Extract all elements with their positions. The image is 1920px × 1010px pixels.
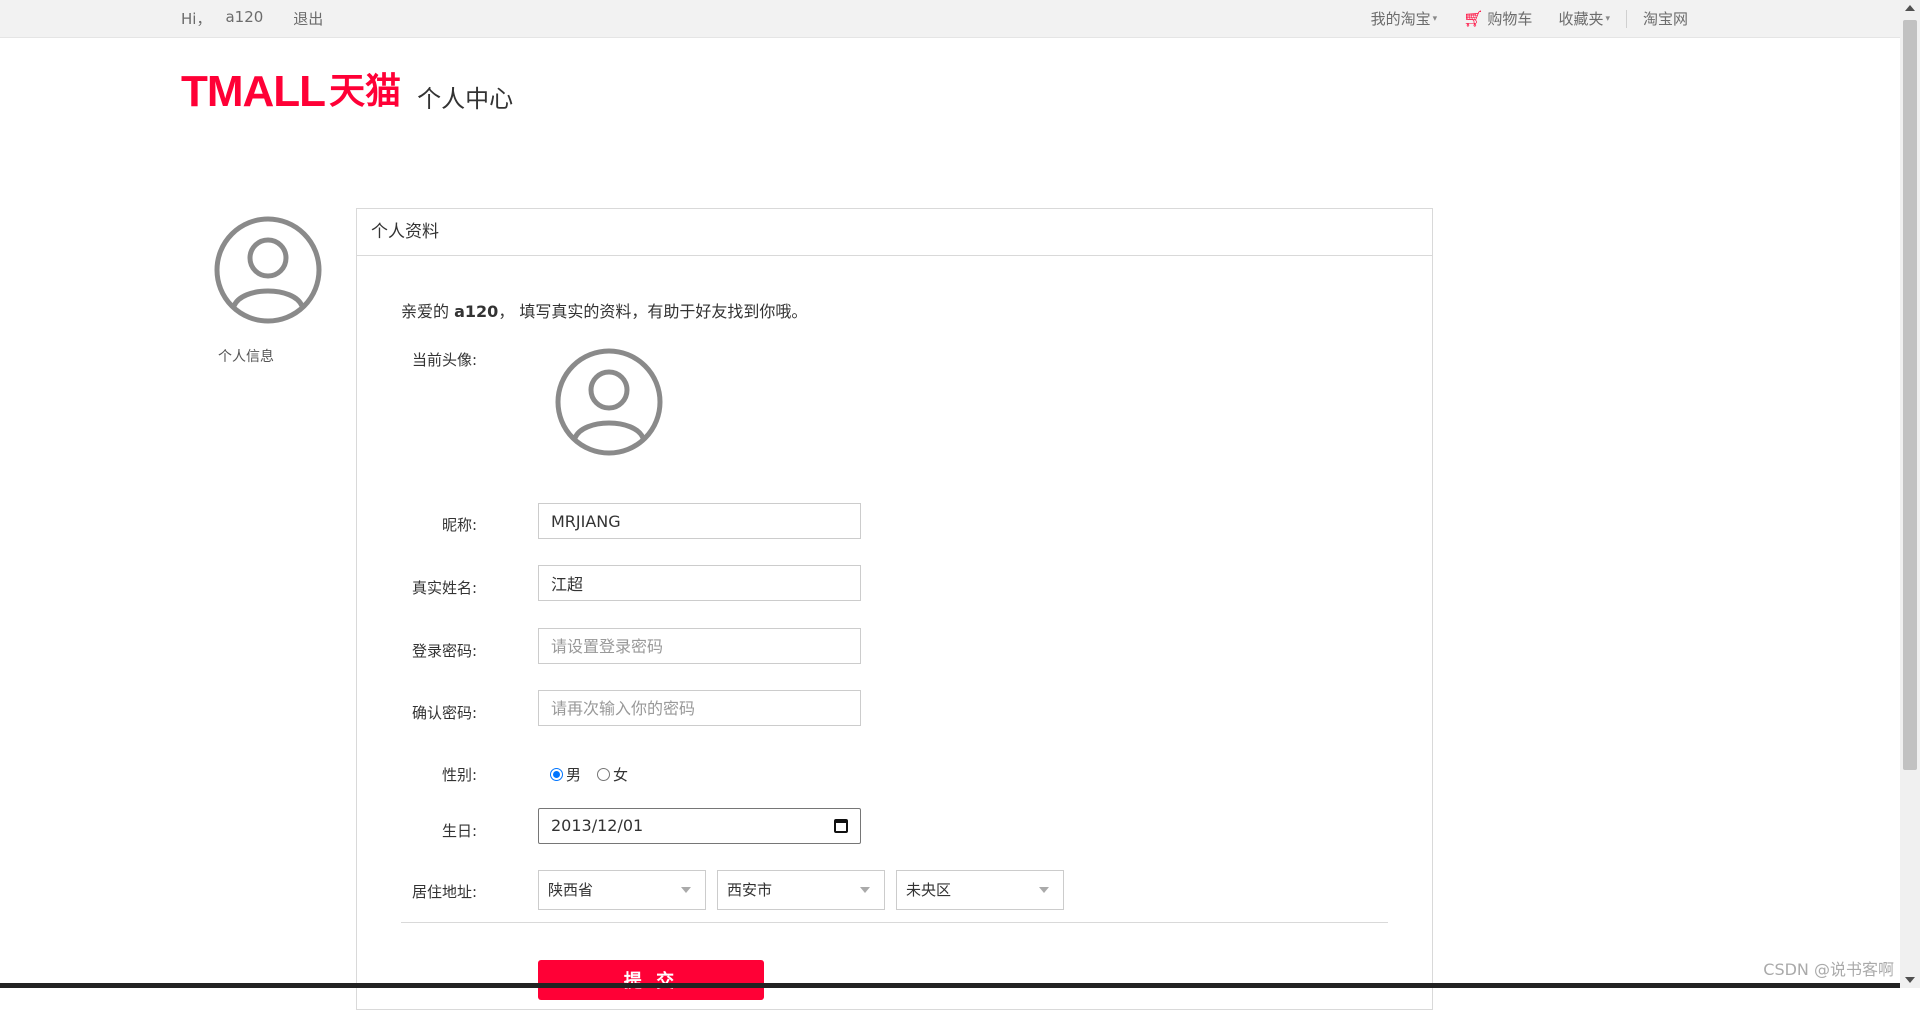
chevron-down-icon bbox=[681, 887, 691, 893]
top-bar-right: 我的淘宝 ▾ 🛒︎ 购物车 收藏夹 ▾ 淘宝网 bbox=[1345, 8, 1688, 29]
my-taobao-label: 我的淘宝 bbox=[1370, 10, 1431, 28]
greeting-suffix: ， 填写真实的资料，有助于好友找到你哦。 bbox=[498, 302, 808, 321]
top-bar-left: Hi， a120 退出 bbox=[181, 8, 323, 29]
tmall-logo-text: TMALL bbox=[181, 67, 326, 116]
vertical-scrollbar[interactable] bbox=[1900, 0, 1920, 988]
district-select[interactable]: 未央区 bbox=[896, 870, 1064, 910]
nickname-field[interactable] bbox=[538, 503, 861, 539]
gender-radio-group: 男 女 bbox=[550, 764, 644, 785]
greeting: Hi， a120 bbox=[181, 8, 263, 29]
window-bottom-edge bbox=[0, 983, 1900, 988]
province-value: 陕西省 bbox=[548, 881, 594, 899]
favorites-label: 收藏夹 bbox=[1558, 10, 1604, 28]
submit-button[interactable]: 提 交 bbox=[538, 960, 764, 1000]
page-title: 个人中心 bbox=[417, 84, 514, 113]
calendar-icon[interactable] bbox=[834, 819, 848, 833]
gender-male-option[interactable]: 男 bbox=[550, 764, 581, 785]
panel-title: 个人资料 bbox=[357, 209, 1432, 256]
nickname-label: 昵称: bbox=[441, 516, 477, 534]
scrollbar-thumb[interactable] bbox=[1903, 20, 1917, 770]
sidebar-avatar-icon[interactable] bbox=[214, 216, 322, 328]
greeting-hi: Hi， bbox=[181, 10, 212, 28]
watermark: CSDN @说书客啊 bbox=[1763, 960, 1894, 979]
city-value: 西安市 bbox=[727, 881, 773, 899]
realname-label: 真实姓名: bbox=[411, 579, 477, 597]
password-label: 登录密码: bbox=[411, 642, 477, 660]
tmall-logo-cn: 天猫 bbox=[329, 71, 402, 112]
gender-female-label: 女 bbox=[613, 766, 629, 784]
chevron-down-icon bbox=[1039, 887, 1049, 893]
password-field[interactable] bbox=[538, 628, 861, 664]
header-logo[interactable]: TMALL 天猫 个人中心 bbox=[181, 70, 513, 114]
logout-link[interactable]: 退出 bbox=[293, 8, 323, 29]
district-value: 未央区 bbox=[906, 881, 952, 899]
gender-female-option[interactable]: 女 bbox=[597, 764, 628, 785]
chevron-down-icon bbox=[860, 887, 870, 893]
greeting-prefix: 亲爱的 bbox=[401, 302, 450, 321]
birthday-label: 生日: bbox=[441, 822, 477, 840]
my-taobao-menu[interactable]: 我的淘宝 ▾ bbox=[1371, 8, 1438, 29]
address-label: 居住地址: bbox=[411, 883, 477, 901]
cart-label: 购物车 bbox=[1487, 10, 1533, 28]
city-select[interactable]: 西安市 bbox=[717, 870, 885, 910]
greeting-username: a120 bbox=[454, 302, 499, 321]
chevron-down-icon: ▾ bbox=[1605, 13, 1610, 24]
cart-icon: 🛒︎ bbox=[1463, 9, 1484, 28]
username-link[interactable]: a120 bbox=[225, 8, 263, 29]
birthday-date-field[interactable]: 2013/12/01 bbox=[538, 808, 861, 844]
avatar-label: 当前头像: bbox=[411, 351, 477, 369]
birthday-value: 2013/12/01 bbox=[551, 816, 644, 835]
gender-male-radio[interactable] bbox=[550, 768, 563, 781]
province-select[interactable]: 陕西省 bbox=[538, 870, 706, 910]
realname-field[interactable] bbox=[538, 565, 861, 601]
form-divider bbox=[401, 922, 1388, 923]
chevron-down-icon: ▾ bbox=[1432, 13, 1438, 24]
profile-panel: 个人资料 亲爱的 a120， 填写真实的资料，有助于好友找到你哦。 当前头像: … bbox=[356, 208, 1433, 1010]
gender-male-label: 男 bbox=[566, 766, 582, 784]
scroll-up-icon[interactable] bbox=[1905, 5, 1915, 11]
taobao-label: 淘宝网 bbox=[1642, 10, 1688, 28]
greeting-message: 亲爱的 a120， 填写真实的资料，有助于好友找到你哦。 bbox=[401, 298, 807, 322]
taobao-link[interactable]: 淘宝网 bbox=[1643, 8, 1688, 29]
sidebar-item-profile[interactable]: 个人信息 bbox=[218, 346, 318, 366]
confirm-password-label: 确认密码: bbox=[411, 704, 477, 722]
top-bar: Hi， a120 退出 我的淘宝 ▾ 🛒︎ 购物车 收藏夹 ▾ 淘宝网 bbox=[0, 0, 1900, 38]
gender-label: 性别: bbox=[441, 766, 477, 784]
divider bbox=[1625, 9, 1627, 28]
current-avatar-icon[interactable] bbox=[555, 348, 663, 460]
scroll-down-icon[interactable] bbox=[1905, 977, 1915, 983]
cart-link[interactable]: 🛒︎ 购物车 bbox=[1463, 8, 1532, 29]
gender-female-radio[interactable] bbox=[597, 768, 611, 781]
confirm-password-field[interactable] bbox=[538, 690, 861, 726]
favorites-menu[interactable]: 收藏夹 ▾ bbox=[1558, 8, 1610, 29]
